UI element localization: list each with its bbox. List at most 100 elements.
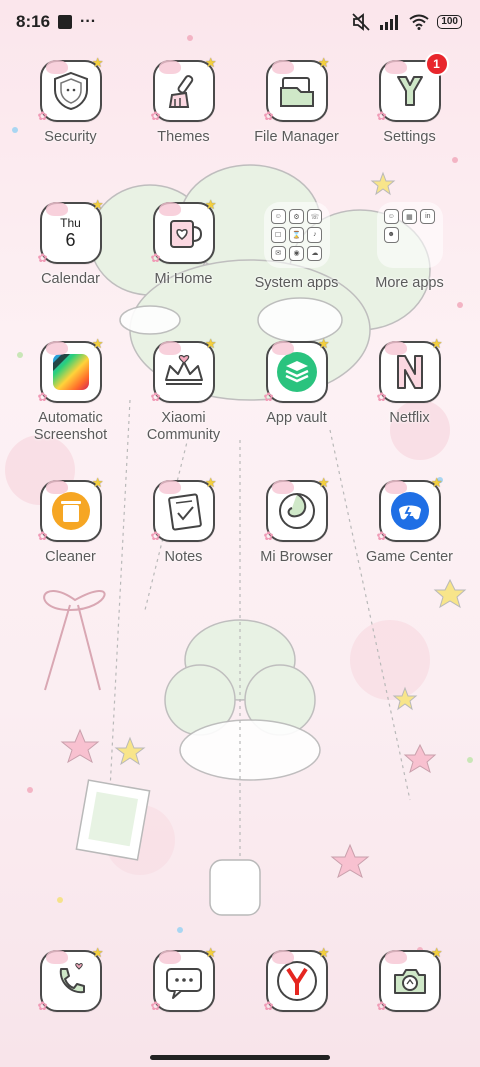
app-xiaomi-community[interactable]: ★ ✿ Xiaomi Community — [127, 336, 240, 444]
app-mi-home[interactable]: ★ ✿ Mi Home — [127, 197, 240, 288]
app-calendar[interactable]: ★ ✿ Thu 6 Calendar — [14, 197, 127, 288]
flower-icon: ✿ — [263, 529, 274, 543]
flower-icon: ✿ — [376, 999, 387, 1013]
gear-icon — [396, 76, 423, 106]
app-tile[interactable]: ★ ✿ Thu 6 — [38, 197, 104, 265]
app-tile[interactable]: ★ ✿ — [151, 197, 217, 265]
flower-icon: ✿ — [263, 390, 274, 404]
battery-icon: 100 — [437, 15, 462, 29]
folder-grid[interactable]: ☺ ⚙ ☏ ☐ ⌛ ♪ ✉ ◉ ☁ — [263, 202, 330, 268]
app-tile[interactable]: ★ ✿ — [150, 475, 217, 543]
app-label: Automatic Screenshot — [14, 410, 127, 444]
folder-mini-app-icon: ✉ — [270, 245, 286, 261]
folder-mini-app-icon: ⚙ — [288, 209, 305, 225]
folder-system-apps[interactable]: ☺ ⚙ ☏ ☐ ⌛ ♪ ✉ ◉ ☁ System apps — [240, 202, 353, 292]
dock-yandex-browser[interactable]: ★ ✿ — [240, 945, 353, 1013]
star-icon: ★ — [430, 945, 443, 960]
folder-mini-app-icon: ⌛ — [288, 227, 305, 243]
app-label: Calendar — [41, 271, 100, 287]
star-icon: ★ — [91, 475, 104, 490]
star-icon: ★ — [204, 475, 217, 490]
app-tile[interactable]: ★ ✿ — [37, 336, 104, 404]
app-label: Settings — [383, 129, 436, 145]
app-tile[interactable]: ★ ✿ — [376, 336, 443, 404]
folder-mini-app-icon: ◉ — [288, 245, 305, 261]
folder-label: More apps — [375, 275, 444, 291]
app-file-manager[interactable]: ★ ✿ File Manager — [240, 55, 353, 146]
app-tile[interactable]: ★ ✿ — [38, 55, 104, 123]
star-icon: ★ — [204, 945, 217, 960]
app-app-vault[interactable]: ★ ✿ App vault — [240, 336, 353, 427]
app-mi-browser[interactable]: ★ ✿ Mi Browser — [240, 475, 353, 566]
rainbow-square-icon — [52, 354, 89, 390]
app-tile[interactable]: ★ ✿ — [37, 475, 104, 543]
app-tile[interactable]: ★ ✿ — [150, 336, 217, 404]
flower-icon: ✿ — [150, 390, 161, 404]
flower-icon: ✿ — [376, 529, 387, 543]
flower-icon: ✿ — [150, 109, 161, 123]
app-tile[interactable]: ★ ✿ — [376, 945, 443, 1013]
star-icon: ★ — [204, 336, 217, 351]
app-tile[interactable]: ★ ✿ — [263, 945, 330, 1013]
folder-more-apps[interactable]: ☺ ▦ in ☻ More apps — [353, 202, 466, 292]
app-tile[interactable]: ★ ✿ — [376, 475, 443, 543]
message-bubble-icon — [165, 968, 202, 999]
flower-icon: ✿ — [150, 529, 161, 543]
swirl-icon — [278, 493, 315, 529]
notification-badge: 1 — [424, 52, 449, 76]
app-notes[interactable]: ★ ✿ Notes — [127, 475, 240, 566]
folder-mini-app-icon: ▦ — [401, 209, 418, 225]
flower-icon: ✿ — [37, 999, 48, 1013]
dock-phone[interactable]: ★ ✿ — [14, 945, 127, 1013]
star-icon: ★ — [317, 55, 330, 70]
flower-icon: ✿ — [150, 999, 161, 1013]
app-automatic-screenshot[interactable]: ★ ✿ Automatic Screenshot — [14, 336, 127, 444]
app-game-center[interactable]: ★ ✿ Game Center — [353, 475, 466, 566]
star-icon: ★ — [317, 945, 330, 960]
flower-icon: ✿ — [376, 390, 387, 404]
folder-mini-app-icon: ☏ — [307, 209, 323, 225]
app-tile[interactable]: ★ ✿ — [263, 336, 330, 404]
flower-icon: ✿ — [37, 390, 48, 404]
folder-mini-app-icon: ☁ — [307, 245, 323, 261]
flower-icon: ✿ — [37, 529, 48, 543]
folder-grid[interactable]: ☺ ▦ in ☻ — [376, 202, 443, 268]
dock-camera[interactable]: ★ ✿ — [353, 945, 466, 1013]
star-icon: ★ — [317, 336, 330, 351]
star-icon: ★ — [91, 945, 104, 960]
app-settings[interactable]: ✿ 1 Settings — [353, 52, 466, 146]
flower-icon: ✿ — [263, 999, 274, 1013]
app-tile[interactable]: ✿ 1 — [376, 52, 449, 123]
flower-icon: ✿ — [376, 109, 387, 123]
app-label: App vault — [266, 410, 327, 426]
folder-label: System apps — [254, 275, 339, 291]
app-label: Game Center — [365, 549, 454, 565]
app-label: Cleaner — [45, 549, 96, 565]
app-tile[interactable]: ★ ✿ — [150, 55, 217, 123]
app-tile[interactable]: ★ ✿ — [264, 55, 330, 123]
dock-messages[interactable]: ★ ✿ — [127, 945, 240, 1013]
notepad-icon — [167, 493, 202, 531]
calendar-date: 6 — [65, 229, 76, 250]
label-line: Community — [146, 427, 221, 443]
app-tile[interactable]: ★ ✿ — [37, 945, 104, 1013]
app-tile[interactable]: ★ ✿ — [263, 475, 330, 543]
home-indicator[interactable] — [150, 1055, 330, 1060]
folder-icon — [279, 77, 314, 107]
app-themes[interactable]: ★ ✿ Themes — [127, 55, 240, 146]
star-icon: ★ — [91, 197, 104, 212]
folder-mini-app-icon: ☻ — [383, 227, 399, 243]
app-security[interactable]: ★ ✿ Security — [14, 55, 127, 146]
netflix-n-icon — [396, 355, 423, 389]
app-netflix[interactable]: ★ ✿ Netflix — [353, 336, 466, 427]
mug-heart-icon — [169, 220, 202, 248]
app-cleaner[interactable]: ★ ✿ Cleaner — [14, 475, 127, 566]
app-tile[interactable]: ★ ✿ — [150, 945, 217, 1013]
app-label: Netflix — [389, 410, 430, 426]
paintbrush-icon — [168, 75, 193, 108]
status-bar: 8:16 ··· 100 — [0, 0, 480, 44]
folder-mini-app-icon: ☺ — [270, 209, 286, 225]
app-label: Security — [44, 129, 97, 145]
label-line: Automatic — [38, 410, 103, 426]
calendar-day: Thu — [60, 215, 81, 230]
